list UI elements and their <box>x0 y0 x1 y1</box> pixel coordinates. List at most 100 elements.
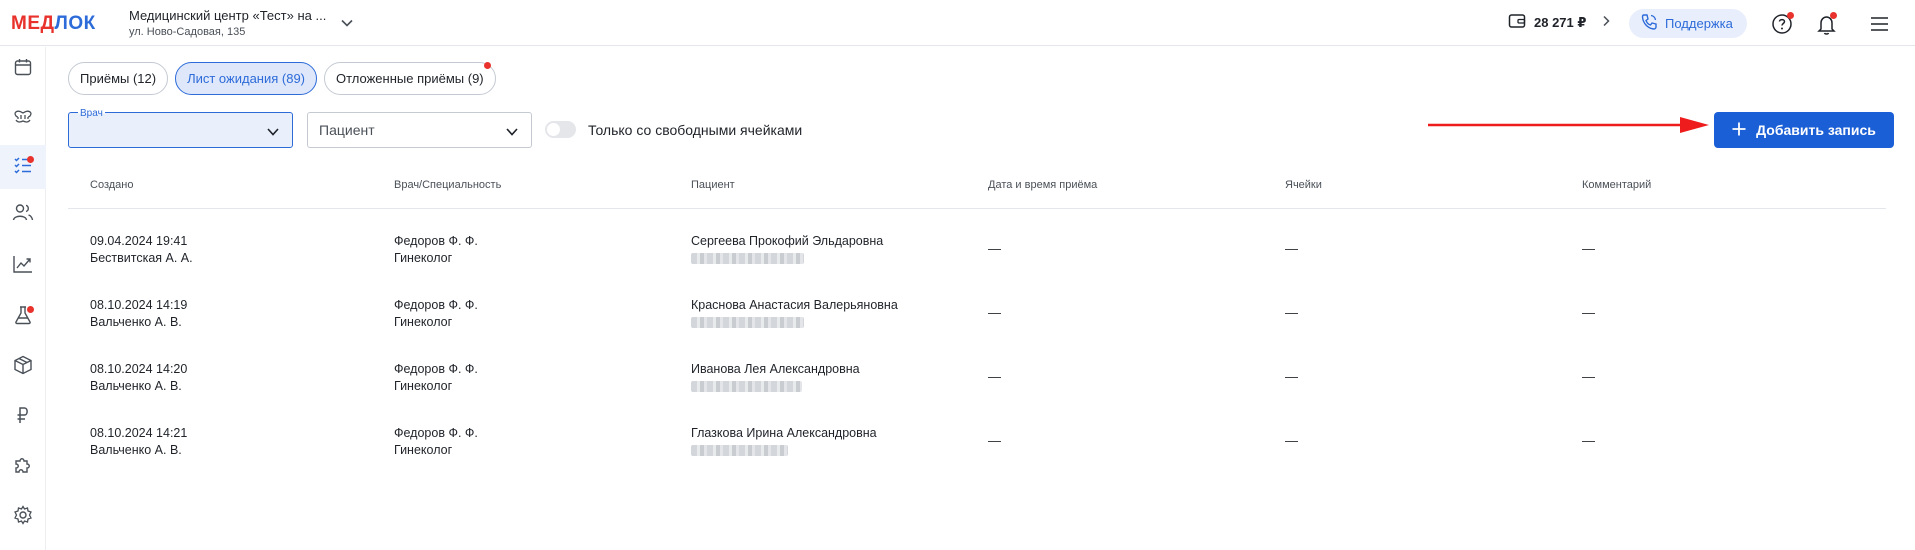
waitlist-badge <box>27 156 34 163</box>
cells-value: — <box>1285 305 1298 320</box>
clinic-selector[interactable]: Медицинский центр «Тест» на ... ул. Ново… <box>129 8 326 38</box>
chevron-down-icon <box>505 125 519 143</box>
comment-value: — <box>1582 433 1595 448</box>
settings-icon <box>13 504 33 530</box>
sidebar-item-settings[interactable] <box>0 495 46 539</box>
free-cells-toggle-label: Только со свободными ячейками <box>588 121 803 138</box>
box-icon <box>13 355 33 380</box>
tab-postponed[interactable]: Отложенные приёмы (9) <box>324 62 496 95</box>
table-row[interactable]: 08.10.2024 14:20 Вальченко А. В. Федоров … <box>68 349 1886 413</box>
redacted-phone <box>691 381 802 392</box>
redacted-phone <box>691 253 804 264</box>
doctor-specialty: Гинеколог <box>394 251 453 265</box>
patient-select[interactable]: Пациент <box>307 112 532 148</box>
column-cells[interactable]: Ячейки <box>1285 179 1322 191</box>
medlok-logo[interactable]: МЕДЛОК <box>11 13 96 35</box>
created-by: Вальченко А. В. <box>90 379 182 393</box>
free-cells-toggle-wrap[interactable]: Только со свободными ячейками <box>545 121 802 138</box>
comment-value: — <box>1582 369 1595 384</box>
created-date: 08.10.2024 14:19 <box>90 298 188 312</box>
chevron-right-icon <box>1602 15 1610 30</box>
sidebar-item-patients[interactable] <box>0 192 46 236</box>
balance-amount: 28 271 ₽ <box>1534 14 1587 30</box>
calendar-icon <box>13 57 33 82</box>
sidebar-item-integrations[interactable] <box>0 445 46 489</box>
doctor-name: Федоров Ф. Ф. <box>394 362 478 376</box>
doctor-specialty: Гинеколог <box>394 443 453 457</box>
created-by: Бествитская А. А. <box>90 251 193 265</box>
column-doctor[interactable]: Врач/Специальность <box>394 179 501 191</box>
doctor-name: Федоров Ф. Ф. <box>394 426 478 440</box>
appointment-datetime: — <box>988 305 1001 320</box>
column-patient[interactable]: Пациент <box>691 179 735 191</box>
created-date: 08.10.2024 14:20 <box>90 362 188 376</box>
logo-part-red: МЕД <box>11 13 55 34</box>
appointment-datetime: — <box>988 369 1001 384</box>
clinic-address: ул. Ново-Садовая, 135 <box>129 26 246 38</box>
phone-icon <box>1639 12 1659 35</box>
patient-name: Глазкова Ирина Александровна <box>691 426 877 440</box>
wallet-icon <box>1508 13 1526 32</box>
menu-icon[interactable] <box>1868 12 1892 36</box>
clinic-name: Медицинский центр «Тест» на ... <box>129 8 327 23</box>
sidebar-item-calendar[interactable] <box>0 47 46 91</box>
patient-name: Краснова Анастасия Валерьяновна <box>691 298 898 312</box>
created-date: 09.04.2024 19:41 <box>90 234 188 248</box>
tab-appointments[interactable]: Приёмы (12) <box>68 62 169 95</box>
patient-select-placeholder: Пациент <box>319 122 375 138</box>
dental-icon <box>12 107 34 132</box>
add-record-button[interactable]: Добавить запись <box>1714 112 1894 148</box>
puzzle-icon <box>13 455 33 480</box>
add-record-label: Добавить запись <box>1756 122 1876 138</box>
help-badge <box>1787 12 1794 19</box>
sidebar-item-analytics[interactable] <box>0 244 46 288</box>
sidebar <box>0 47 46 550</box>
patient-name: Иванова Лея Александровна <box>691 362 860 376</box>
created-date: 08.10.2024 14:21 <box>90 426 188 440</box>
red-arrow-annotation <box>1428 116 1710 139</box>
sidebar-item-dental[interactable] <box>0 97 46 141</box>
tab-waitlist[interactable]: Лист ожидания (89) <box>175 62 318 95</box>
free-cells-toggle[interactable] <box>545 121 576 138</box>
table-header: Создано Врач/Специальность Пациент Дата … <box>68 176 1886 209</box>
appointment-datetime: — <box>988 433 1001 448</box>
analytics-icon <box>12 254 34 279</box>
column-created[interactable]: Создано <box>90 179 133 191</box>
bell-icon[interactable] <box>1815 12 1839 36</box>
created-by: Вальченко А. В. <box>90 315 182 329</box>
table-row[interactable]: 09.04.2024 19:41 Бествитская А. А. Федоро… <box>68 221 1886 285</box>
appointment-tabs: Приёмы (12) Лист ожидания (89) Отложенны… <box>68 62 496 95</box>
sidebar-item-waitlist[interactable] <box>0 145 46 189</box>
created-by: Вальченко А. В. <box>90 443 182 457</box>
support-button[interactable]: Поддержка <box>1629 9 1747 38</box>
column-comment[interactable]: Комментарий <box>1582 179 1651 191</box>
doctor-specialty: Гинеколог <box>394 379 453 393</box>
cells-value: — <box>1285 369 1298 384</box>
doctor-select-label: Врач <box>78 108 105 119</box>
sidebar-item-lab[interactable] <box>0 295 46 339</box>
support-label: Поддержка <box>1665 16 1733 31</box>
chevron-down-icon <box>266 125 280 143</box>
table-row[interactable]: 08.10.2024 14:19 Вальченко А. В. Федоров … <box>68 285 1886 349</box>
table-row[interactable]: 08.10.2024 14:21 Вальченко А. В. Федоров … <box>68 413 1886 477</box>
sidebar-item-finance[interactable] <box>0 395 46 439</box>
comment-value: — <box>1582 241 1595 256</box>
patient-name: Сергеева Прокофий Эльдаровна <box>691 234 884 248</box>
help-icon[interactable] <box>1771 12 1795 36</box>
doctor-select[interactable]: Врач <box>68 108 293 148</box>
balance-widget[interactable]: 28 271 ₽ <box>1508 13 1610 32</box>
redacted-phone <box>691 317 804 328</box>
postponed-badge <box>483 62 491 69</box>
column-datetime[interactable]: Дата и время приёма <box>988 179 1097 191</box>
notification-badge <box>1830 12 1837 19</box>
redacted-phone <box>691 445 788 456</box>
cells-value: — <box>1285 241 1298 256</box>
tab-postponed-label: Отложенные приёмы (9) <box>336 71 484 86</box>
top-header: МЕДЛОК Медицинский центр «Тест» на ... у… <box>0 0 1915 46</box>
logo-part-blue: ЛОК <box>54 13 96 34</box>
doctor-specialty: Гинеколог <box>394 315 453 329</box>
plus-icon <box>1732 122 1746 139</box>
sidebar-item-warehouse[interactable] <box>0 345 46 389</box>
ruble-icon <box>13 405 33 430</box>
chevron-down-icon[interactable] <box>340 16 354 35</box>
